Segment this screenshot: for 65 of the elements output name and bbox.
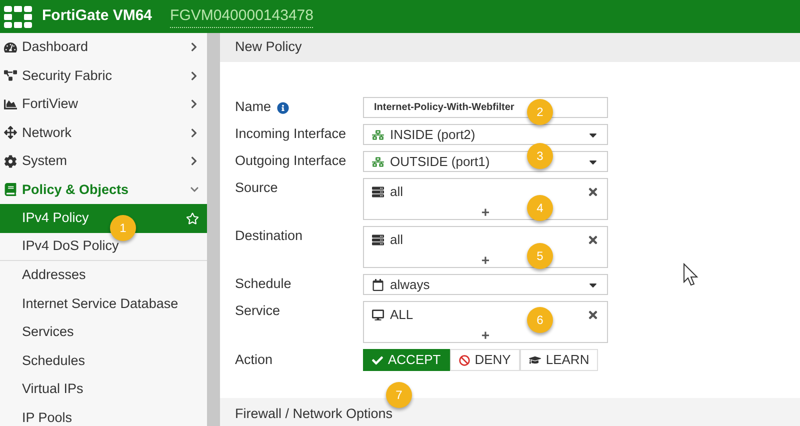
field-label: Action — [235, 350, 274, 369]
field-label: Schedule — [235, 275, 292, 294]
select-field[interactable]: always — [363, 274, 608, 295]
field-label: Source — [235, 179, 278, 198]
nav-subitem[interactable]: Virtual IPs — [0, 375, 207, 404]
calendar-icon — [372, 278, 384, 290]
mouse-pointer-icon — [683, 263, 699, 287]
info-icon[interactable] — [277, 102, 290, 114]
chevron-right-icon — [189, 156, 199, 166]
check-icon — [372, 354, 383, 366]
selected-entry: all — [390, 231, 404, 249]
book-icon — [4, 183, 17, 196]
nav-item[interactable]: Dashboard — [0, 33, 207, 62]
product-name: FortiGate VM64 — [42, 6, 152, 26]
add-entry[interactable]: + — [481, 202, 490, 222]
remove-icon[interactable] — [587, 234, 599, 246]
callout-badge: 2 — [527, 99, 553, 125]
nav-item[interactable]: Security Fabric — [0, 62, 207, 90]
nav-item[interactable]: Policy & Objects — [0, 176, 207, 204]
page-title: New Policy — [235, 38, 302, 56]
arrows-icon — [4, 126, 17, 140]
callout-badge: 4 — [527, 195, 553, 221]
gauge-icon — [4, 40, 17, 54]
diagram-icon — [4, 69, 17, 82]
callout-badge: 3 — [527, 143, 553, 169]
star-icon[interactable] — [186, 212, 199, 225]
add-entry[interactable]: + — [481, 250, 490, 270]
field-label: Name — [235, 98, 272, 116]
scrollbar[interactable] — [207, 33, 220, 426]
nav-item[interactable]: Network — [0, 118, 207, 147]
action-option[interactable]: LEARN — [520, 349, 598, 371]
callout-badge: 6 — [527, 307, 553, 333]
field-label: Outgoing Interface — [235, 152, 346, 170]
action-option[interactable]: DENY — [450, 349, 520, 371]
remove-icon[interactable] — [587, 186, 599, 198]
nav-subitem[interactable]: Services — [0, 318, 207, 346]
add-entry[interactable]: + — [481, 324, 490, 346]
callout-badge: 7 — [386, 382, 412, 408]
graduation-cap-icon — [528, 354, 541, 366]
field-label: Service — [235, 302, 280, 320]
area-chart-icon — [4, 98, 17, 111]
select-field[interactable]: INSIDE (port2) — [363, 124, 608, 145]
nav-subitem[interactable]: Internet Service Database — [0, 290, 207, 318]
monitor-icon — [372, 308, 384, 321]
field-label: Incoming Interface — [235, 125, 346, 144]
nav-subitem[interactable]: Schedules — [0, 346, 207, 375]
chevron-right-icon — [189, 99, 199, 110]
chevron-down-icon — [190, 185, 199, 194]
nav-item[interactable]: FortiView — [0, 90, 207, 118]
ban-icon — [458, 354, 470, 366]
selected-entry: all — [390, 183, 404, 201]
chevron-right-icon — [189, 70, 199, 81]
remove-icon[interactable] — [587, 308, 599, 321]
gear-icon — [4, 154, 17, 168]
chevron-right-icon — [189, 128, 199, 138]
nav-subitem[interactable]: IP Pools — [0, 404, 207, 426]
serial-number[interactable]: FGVM040000143478 — [170, 4, 314, 28]
chevron-right-icon — [189, 42, 199, 52]
nav-item[interactable]: System — [0, 147, 207, 176]
callout-badge: 5 — [527, 243, 553, 269]
selected-entry: ALL — [390, 306, 414, 324]
action-option[interactable]: ACCEPT — [363, 349, 450, 371]
field-label: Destination — [235, 227, 303, 246]
logo-icon — [4, 4, 32, 28]
nav-subitem[interactable]: Addresses — [0, 261, 207, 290]
